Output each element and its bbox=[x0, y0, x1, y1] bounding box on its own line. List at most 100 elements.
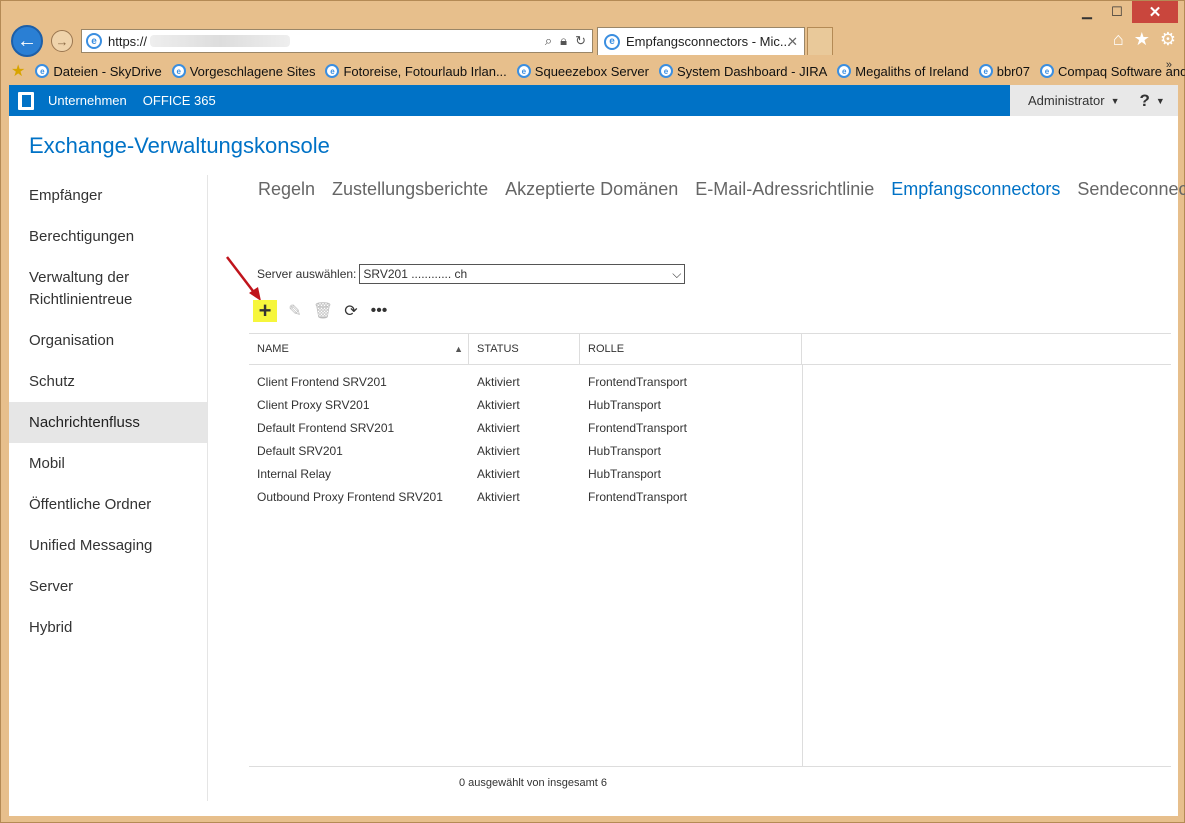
add-icon[interactable]: + bbox=[253, 298, 277, 323]
table-body: Client Frontend SRV201 Aktiviert FrontendT… bbox=[249, 365, 802, 508]
tab-zustellungsberichte[interactable]: Zustellungsberichte bbox=[332, 179, 488, 200]
search-icon[interactable]: ⌕ bbox=[545, 33, 552, 49]
ie-favorite-icon: e bbox=[658, 64, 673, 78]
ie-tab-icon: e bbox=[604, 33, 620, 50]
home-icon[interactable]: ⌂ bbox=[1113, 29, 1124, 50]
ie-page-icon: e bbox=[86, 33, 102, 49]
table-row[interactable]: Default SRV201 Aktiviert HubTransport bbox=[249, 439, 802, 462]
sidebar-item-organisation[interactable]: Organisation bbox=[9, 320, 207, 361]
nav-unternehmen[interactable]: Unternehmen bbox=[48, 93, 127, 108]
table-row[interactable]: Client Frontend SRV201 Aktiviert FrontendT… bbox=[249, 370, 802, 393]
minimize-icon[interactable]: ▁ bbox=[1072, 1, 1102, 23]
favorites-more-chevron-icon[interactable]: » bbox=[1166, 59, 1172, 71]
column-header-name[interactable]: NAME ▲ bbox=[249, 334, 469, 364]
favorites-bar: ★ e Dateien - SkyDrive e Vorgeschlagene Si… bbox=[9, 59, 1185, 83]
tab-regeln[interactable]: Regeln bbox=[258, 179, 315, 200]
column-header-status[interactable]: STATUS bbox=[469, 334, 580, 364]
connectors-table: NAME ▲ STATUS ROLLE Client Frontend SRV20… bbox=[249, 333, 1171, 767]
table-row[interactable]: Internal Relay Aktiviert HubTransport bbox=[249, 462, 802, 485]
help-icon[interactable]: ? bbox=[1140, 91, 1150, 111]
sidebar-item-nachrichtenfluss[interactable]: Nachrichtenfluss bbox=[9, 402, 207, 443]
favorite-item[interactable]: e Fotoreise, Fotourlaub Irlan... bbox=[325, 64, 507, 79]
new-tab-button[interactable] bbox=[807, 27, 833, 55]
exchange-admin-page: Unternehmen OFFICE 365 Administrator ▼ ?… bbox=[9, 85, 1185, 816]
server-select-label: Server auswählen: bbox=[257, 267, 357, 281]
browser-tab-active[interactable]: e Empfangsconnectors - Mic... ✕ bbox=[597, 27, 805, 55]
delete-trash-icon[interactable]: 🗑︎ bbox=[313, 300, 333, 322]
ie-favorite-icon: e bbox=[1039, 64, 1054, 78]
user-menu: Administrator ▼ ? ▼ bbox=[1010, 85, 1178, 116]
sort-ascending-icon: ▲ bbox=[454, 344, 463, 354]
sidebar-item-unified-messaging[interactable]: Unified Messaging bbox=[9, 525, 207, 566]
office-logo-icon bbox=[18, 91, 34, 110]
favorite-item[interactable]: e Squeezebox Server bbox=[516, 64, 649, 79]
maximize-icon[interactable]: ☐ bbox=[1102, 1, 1132, 23]
sidebar-divider bbox=[207, 175, 208, 801]
refresh-icon[interactable]: ↻ bbox=[575, 33, 586, 49]
more-options-icon[interactable]: ••• bbox=[369, 300, 389, 322]
table-row[interactable]: Outbound Proxy Frontend SRV201 Aktiviert F… bbox=[249, 485, 802, 508]
tab-akzeptierte-domaenen[interactable]: Akzeptierte Domänen bbox=[505, 179, 678, 200]
table-bottom-divider bbox=[249, 766, 1171, 767]
url-redacted bbox=[150, 35, 291, 47]
edit-pencil-icon[interactable]: ✎ bbox=[285, 300, 305, 322]
close-icon[interactable]: ✕ bbox=[1132, 1, 1178, 23]
chevron-down-icon[interactable]: ▼ bbox=[1111, 96, 1120, 106]
address-bar[interactable]: e https:// ⌕ 🔒︎ ↻ bbox=[81, 29, 593, 53]
table-row[interactable]: Default Frontend SRV201 Aktiviert Frontend… bbox=[249, 416, 802, 439]
server-select-row: Server auswählen: SRV201 ............ ch… bbox=[257, 264, 686, 284]
sidebar-item-empfaenger[interactable]: Empfänger bbox=[9, 175, 207, 216]
favorite-item[interactable]: e Vorgeschlagene Sites bbox=[171, 64, 315, 79]
favorite-item[interactable]: e Dateien - SkyDrive bbox=[35, 64, 162, 79]
sidebar: Empfänger Berechtigungen Verwaltung der … bbox=[9, 175, 207, 648]
ie-favorite-icon: e bbox=[325, 64, 340, 78]
favorite-item[interactable]: eCompaq Software and Dri... bbox=[1039, 64, 1185, 79]
sidebar-item-hybrid[interactable]: Hybrid bbox=[9, 607, 207, 648]
sidebar-item-richtlinientreue[interactable]: Verwaltung der Richtlinientreue bbox=[9, 257, 207, 320]
details-pane-divider bbox=[802, 365, 803, 767]
tab-empfangsconnectors[interactable]: Empfangsconnectors bbox=[891, 179, 1060, 200]
sidebar-item-oeffentliche-ordner[interactable]: Öffentliche Ordner bbox=[9, 484, 207, 525]
url-text: https:// bbox=[108, 33, 148, 49]
sidebar-item-schutz[interactable]: Schutz bbox=[9, 361, 207, 402]
ie-favorite-icon: e bbox=[837, 64, 852, 78]
column-header-rolle[interactable]: ROLLE bbox=[580, 334, 802, 364]
selection-status: 0 ausgewählt von insgesamt 6 bbox=[459, 777, 607, 789]
gear-icon[interactable]: ⚙ bbox=[1160, 29, 1176, 50]
sub-navigation: Regeln Zustellungsberichte Akzeptierte D… bbox=[258, 179, 1185, 200]
server-select-value: SRV201 ............ ch bbox=[363, 267, 468, 281]
window-controls: ▁ ☐ ✕ bbox=[1072, 1, 1178, 23]
favorite-item[interactable]: e Megaliths of Ireland bbox=[837, 64, 969, 79]
action-toolbar: + ✎ 🗑︎ ⟳ ••• bbox=[253, 298, 389, 323]
table-row[interactable]: Client Proxy SRV201 Aktiviert HubTransport bbox=[249, 393, 802, 416]
tab-close-icon[interactable]: ✕ bbox=[787, 34, 798, 50]
tab-sendeconnectors[interactable]: Sendeconnectors bbox=[1077, 179, 1185, 200]
sidebar-item-server[interactable]: Server bbox=[9, 566, 207, 607]
server-select[interactable]: SRV201 ............ ch ⌵ bbox=[359, 264, 686, 284]
table-header: NAME ▲ STATUS ROLLE bbox=[249, 333, 1171, 365]
ie-favorite-icon: e bbox=[35, 64, 50, 78]
forward-arrow-icon[interactable]: → bbox=[51, 30, 73, 52]
browser-tools: ⌂ ★ ⚙ bbox=[1113, 29, 1176, 50]
tab-email-adressrichtlinie[interactable]: E-Mail-Adressrichtlinie bbox=[695, 179, 874, 200]
back-arrow-icon[interactable]: ← bbox=[11, 25, 43, 57]
favorites-star-icon[interactable]: ★ bbox=[1134, 29, 1150, 50]
nav-office365[interactable]: OFFICE 365 bbox=[143, 93, 216, 108]
user-name[interactable]: Administrator bbox=[1028, 93, 1105, 108]
sidebar-item-berechtigungen[interactable]: Berechtigungen bbox=[9, 216, 207, 257]
page-title: Exchange-Verwaltungskonsole bbox=[29, 133, 330, 158]
favorite-item[interactable]: e bbr07 bbox=[978, 64, 1030, 79]
address-row: ← → e https:// ⌕ 🔒︎ ↻ e Empfangsconnecto… bbox=[9, 25, 1176, 57]
sidebar-item-mobil[interactable]: Mobil bbox=[9, 443, 207, 484]
add-favorite-star-icon[interactable]: ★ bbox=[11, 61, 25, 81]
lock-icon[interactable]: 🔒︎ bbox=[560, 33, 567, 49]
chevron-down-icon[interactable]: ⌵ bbox=[672, 267, 681, 282]
chevron-down-icon[interactable]: ▼ bbox=[1156, 96, 1165, 106]
ie-favorite-icon: e bbox=[978, 64, 993, 78]
favorite-item[interactable]: e System Dashboard - JIRA bbox=[658, 64, 827, 79]
ie-favorite-icon: e bbox=[171, 64, 186, 78]
browser-window: ▁ ☐ ✕ ← → e https:// ⌕ 🔒︎ ↻ e Empfangsco… bbox=[0, 0, 1185, 823]
top-navigation-bar: Unternehmen OFFICE 365 Administrator ▼ ?… bbox=[9, 85, 1178, 116]
refresh-icon[interactable]: ⟳ bbox=[341, 300, 361, 322]
tab-title: Empfangsconnectors - Mic... bbox=[626, 34, 791, 49]
